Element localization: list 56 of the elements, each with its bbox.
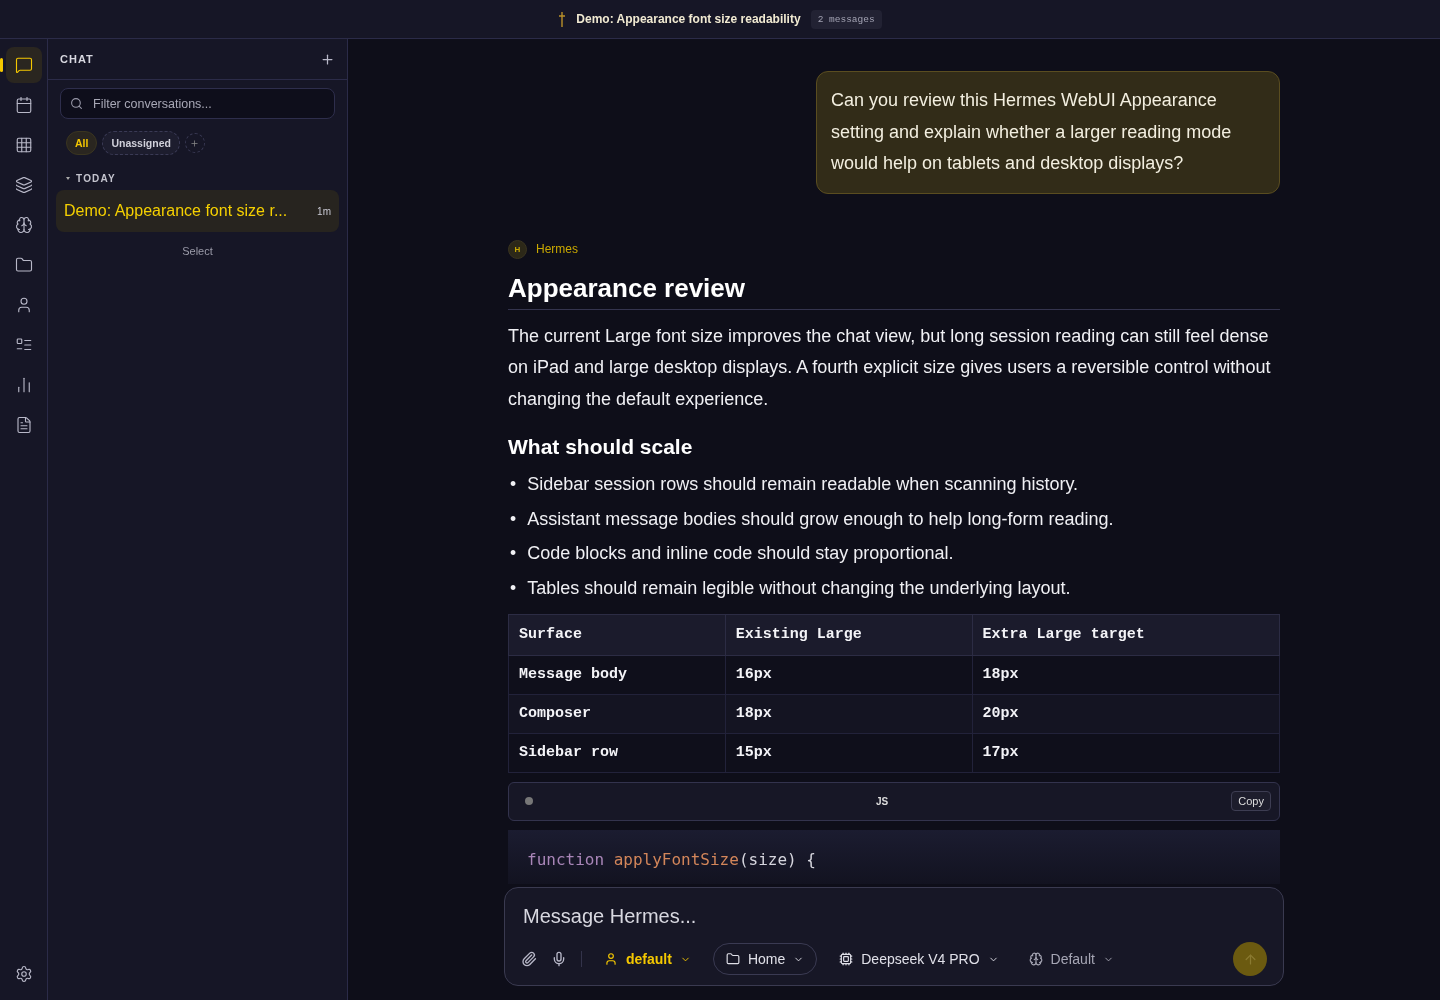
search-field[interactable]: Filter conversations...	[60, 88, 335, 119]
table-header: Extra Large target	[972, 614, 1280, 656]
user-message: Can you review this Hermes WebUI Appearance setting and explain whether a larger reading mode would help on tablets and desktop displays?	[816, 71, 1280, 194]
profile-picker[interactable]: default	[596, 951, 699, 967]
bullet-marker: •	[510, 507, 517, 531]
send-button[interactable]	[1233, 942, 1267, 976]
avatar: H	[508, 239, 527, 259]
model-picker[interactable]: Deepseek V4 PRO	[831, 951, 1007, 967]
brain-icon	[1028, 952, 1043, 966]
chat-icon[interactable]	[5, 47, 42, 83]
conversation-title: Demo: Appearance font size readability	[576, 12, 801, 26]
session-row[interactable]: Demo: Appearance font size r... 1m	[56, 190, 339, 232]
sidebar-title: CHAT	[60, 53, 94, 65]
bullet-item: Assistant message bodies should grow enough to help long-form reading.	[527, 507, 1114, 531]
table-cell: 17px	[972, 733, 1280, 773]
add-icon[interactable]	[320, 51, 335, 67]
bullet-item: Code blocks and inline code should stay proportional.	[527, 542, 954, 566]
table-cell: Composer	[508, 694, 726, 734]
bullet-marker: •	[510, 577, 517, 601]
message-input[interactable]: Message Hermes...	[521, 904, 1267, 929]
active-indicator	[0, 58, 3, 72]
subheading: What should scale	[508, 435, 694, 459]
code-language: JS	[876, 795, 889, 807]
assistant-name: Hermes	[536, 242, 578, 256]
table-cell: 18px	[972, 655, 1280, 695]
message-count: 2 messages	[810, 9, 882, 29]
code-block: function applyFontSize(size) {	[508, 829, 1280, 884]
search-icon	[70, 97, 83, 110]
dagger-icon	[558, 11, 567, 27]
table-header: Existing Large	[725, 614, 973, 656]
table-cell: Sidebar row	[508, 733, 726, 773]
section-heading: Appearance review	[508, 272, 1280, 310]
microphone-icon[interactable]	[551, 951, 567, 967]
paperclip-icon[interactable]	[521, 951, 537, 967]
table-cell: Message body	[508, 655, 726, 695]
table-cell: 15px	[725, 733, 973, 773]
paragraph: The current Large font size improves the chat view, but long session reading can still feel dense on iPad and large desktop displays. A fourth explicit size gives users a reversible control without changing the default experience.	[508, 324, 1272, 411]
bullet-item: Tables should remain legible without changing the underlying layout.	[527, 577, 1071, 601]
reasoning-picker[interactable]: Default	[1020, 951, 1122, 967]
folder-icon	[725, 952, 740, 966]
bullet-marker: •	[510, 473, 517, 496]
filter-chip[interactable]: Unassigned	[102, 131, 180, 155]
bullet-item: Sidebar session rows should remain readable when scanning history.	[527, 473, 1079, 496]
table-cell: 16px	[725, 655, 973, 695]
caret-icon	[66, 177, 70, 180]
copy-button[interactable]: Copy	[1231, 791, 1271, 812]
filter-chip[interactable]: All	[66, 131, 98, 155]
dot-icon	[525, 797, 533, 806]
table-header: Surface	[508, 614, 726, 656]
group-label: TODAY	[76, 173, 116, 184]
select-button[interactable]: Select	[176, 244, 219, 258]
chip-icon	[839, 952, 854, 966]
table-cell: 18px	[725, 694, 973, 734]
person-icon	[604, 952, 618, 966]
bullet-marker: •	[510, 542, 517, 566]
table-cell: 20px	[972, 694, 1280, 734]
